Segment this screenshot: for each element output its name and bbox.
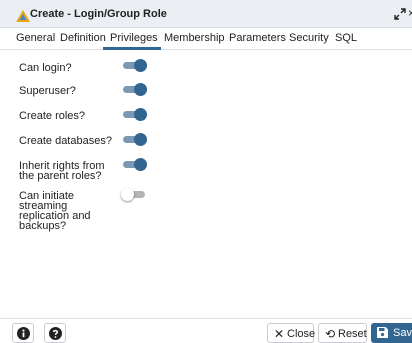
replication-label: Can initiate streaming replication and b… — [19, 190, 91, 232]
create-roles-toggle[interactable] — [123, 107, 147, 121]
dialog-title-bar: Create - Login/Group Role × — [0, 0, 412, 28]
info-icon — [17, 327, 30, 340]
tab-security[interactable]: Security — [289, 32, 329, 44]
tab-general[interactable]: General — [16, 32, 55, 44]
dialog-title: Create - Login/Group Role — [30, 8, 167, 20]
create-databases-toggle[interactable] — [123, 132, 147, 146]
create-databases-label: Create databases? — [19, 135, 112, 147]
close-button[interactable]: ✕ Close — [267, 323, 315, 343]
superuser-label: Superuser? — [19, 85, 76, 97]
close-icon[interactable]: × — [408, 6, 412, 20]
tab-definition[interactable]: Definition — [60, 32, 106, 44]
expand-icon[interactable] — [394, 8, 406, 20]
tab-sql[interactable]: SQL — [335, 32, 357, 44]
info-button[interactable] — [12, 323, 34, 343]
can-login-toggle[interactable] — [123, 58, 147, 72]
tab-parameters[interactable]: Parameters — [229, 32, 286, 44]
inherit-rights-toggle[interactable] — [123, 157, 147, 171]
create-roles-label: Create roles? — [19, 110, 86, 122]
close-x-icon: ✕ — [274, 327, 285, 341]
can-login-label: Can login? — [19, 62, 72, 74]
replication-toggle[interactable] — [121, 187, 147, 201]
save-icon — [377, 327, 388, 338]
save-button[interactable]: Save — [371, 323, 412, 343]
role-group-icon — [16, 10, 30, 22]
superuser-toggle[interactable] — [123, 82, 147, 96]
tab-bar: General Definition Privileges Membership… — [0, 28, 412, 50]
active-tab-indicator — [103, 47, 161, 50]
reset-icon: ⟲ — [325, 327, 336, 341]
tab-membership[interactable]: Membership — [164, 32, 225, 44]
help-button[interactable] — [44, 323, 66, 343]
reset-button[interactable]: ⟲ Reset — [318, 323, 367, 343]
help-icon — [49, 327, 62, 340]
tab-privileges[interactable]: Privileges — [110, 32, 158, 44]
inherit-rights-label: Inherit rights from the parent roles? — [19, 160, 105, 182]
